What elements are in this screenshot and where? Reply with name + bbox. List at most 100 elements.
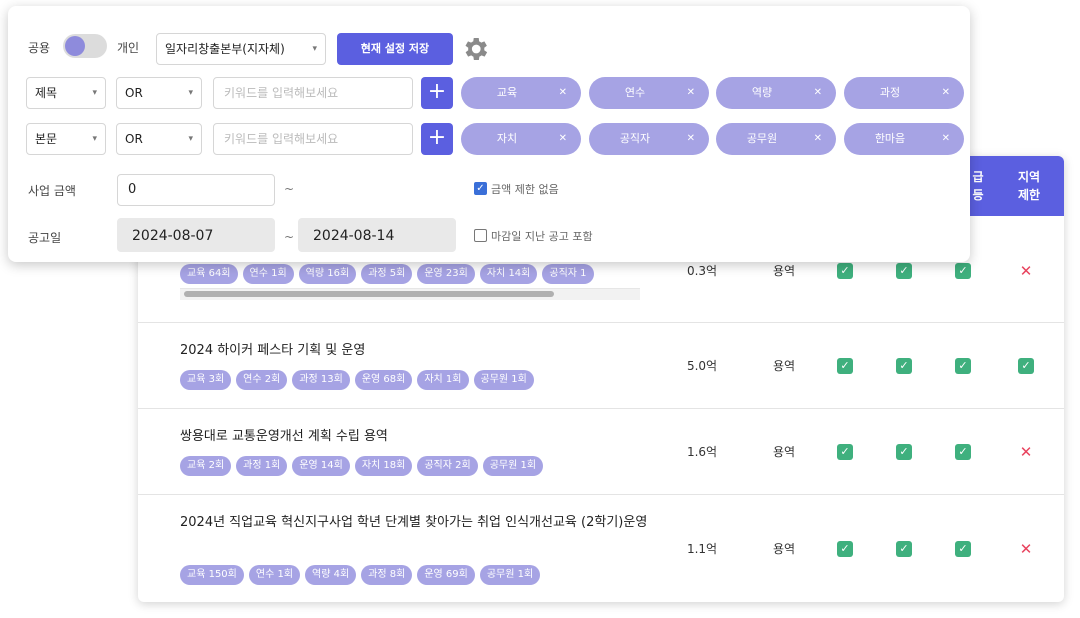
keyword-chip: 운영 23회 [417, 264, 475, 284]
close-icon[interactable]: ✕ [942, 123, 950, 155]
date-from-input[interactable]: 2024-08-07 [117, 218, 275, 252]
keyword-tag[interactable]: 교육 ✕ [461, 77, 581, 109]
include-expired-label[interactable]: 마감일 지난 공고 포함 [491, 228, 593, 244]
type-cell: 용역 [772, 542, 796, 556]
operator-select-value: OR [125, 132, 143, 146]
close-icon[interactable]: ✕ [814, 123, 822, 155]
check-icon: ✓ [955, 358, 971, 374]
check-icon: ✓ [955, 444, 971, 460]
keyword-chip: 과정 8회 [361, 565, 413, 585]
keyword-tag[interactable]: 역량 ✕ [716, 77, 836, 109]
cross-icon: ✕ [1019, 540, 1033, 558]
table-row[interactable]: 2024년 직업교육 혁신지구사업 학년 단계별 찾아가는 취업 인식개선교육 … [138, 494, 1064, 602]
chevron-down-icon: ▾ [188, 134, 193, 144]
row-title[interactable]: 2024년 직업교육 혁신지구사업 학년 단계별 찾아가는 취업 인식개선교육 … [180, 511, 660, 535]
row-title[interactable]: 2024 하이커 페스타 기획 및 운영 [180, 339, 660, 363]
keyword-chip: 교육 2회 [180, 456, 232, 476]
table-row[interactable]: 쌍용대로 교통운영개선 계획 수립 용역 교육 2회 과정 1회 운영 14회 … [138, 408, 1064, 494]
keyword-chip: 공무원 1회 [482, 456, 544, 476]
keyword-chips: 교육 64회 연수 1회 역량 16회 과정 5회 운영 23회 자치 14회 … [180, 264, 642, 284]
check-icon: ✓ [896, 358, 912, 374]
no-limit-label[interactable]: 금액 제한 없음 [491, 181, 559, 197]
scope-toggle[interactable] [63, 34, 107, 58]
field-select-value: 제목 [35, 86, 58, 100]
add-keyword-button[interactable]: + [421, 123, 453, 155]
amount-min-input[interactable]: 0 [117, 174, 275, 206]
close-icon[interactable]: ✕ [559, 123, 567, 155]
amount-cell: 5.0억 [686, 359, 718, 373]
chevron-down-icon: ▾ [188, 88, 193, 98]
keyword-chip: 공직자 1 [542, 264, 594, 284]
amount-cell: 0.3억 [686, 264, 718, 278]
cross-icon: ✕ [1019, 443, 1033, 461]
keyword-chip: 역량 4회 [305, 565, 357, 585]
keyword-chips: 교육 3회 연수 2회 과정 13회 운영 68회 자치 1회 공무원 1회 [180, 370, 534, 390]
keyword-tag[interactable]: 공무원 ✕ [716, 123, 836, 155]
keyword-tag[interactable]: 과정 ✕ [844, 77, 964, 109]
check-icon: ✓ [837, 541, 853, 557]
toggle-knob [65, 36, 85, 56]
scrollbar-thumb[interactable] [184, 291, 554, 297]
keyword-chip: 자치 18회 [354, 456, 413, 476]
date-to-input[interactable]: 2024-08-14 [298, 218, 456, 252]
operator-select[interactable]: OR ▾ [116, 77, 202, 109]
table-row[interactable]: 2024 하이커 페스타 기획 및 운영 교육 3회 연수 2회 과정 13회 … [138, 322, 1064, 408]
date-label: 공고일 [28, 231, 62, 245]
row-title[interactable]: 쌍용대로 교통운영개선 계획 수립 용역 [180, 425, 660, 449]
type-cell: 용역 [772, 359, 796, 373]
date-range-separator: ~ [284, 230, 295, 244]
close-icon[interactable]: ✕ [942, 77, 950, 109]
close-icon[interactable]: ✕ [687, 77, 695, 109]
keyword-chip: 과정 5회 [361, 264, 413, 284]
keyword-tag-label: 교육 [496, 86, 518, 99]
check-icon: ✓ [955, 541, 971, 557]
keyword-input[interactable]: 키워드를 입력해보세요 [213, 77, 413, 109]
close-icon[interactable]: ✕ [814, 77, 822, 109]
header-region-limit: 지역 제한 [994, 156, 1064, 216]
check-icon: ✓ [837, 263, 853, 279]
keyword-chip: 운영 69회 [417, 565, 475, 585]
keyword-chip: 자치 1회 [417, 370, 469, 390]
operator-select-value: OR [125, 86, 143, 100]
keyword-tag-label: 자치 [496, 132, 518, 145]
keyword-tag[interactable]: 자치 ✕ [461, 123, 581, 155]
keyword-tag-label: 한마음 [874, 132, 906, 145]
preset-select-value: 일자리창출본부(지자체) [165, 42, 285, 56]
close-icon[interactable]: ✕ [687, 123, 695, 155]
close-icon[interactable]: ✕ [559, 77, 567, 109]
keyword-chip: 교육 150회 [180, 565, 244, 585]
keyword-tag[interactable]: 연수 ✕ [589, 77, 709, 109]
keyword-tag-label: 연수 [624, 86, 646, 99]
check-icon: ✓ [896, 444, 912, 460]
amount-label: 사업 금액 [28, 184, 76, 198]
no-limit-checkbox[interactable]: ✓ [474, 182, 487, 195]
gear-icon[interactable] [460, 34, 490, 64]
chevron-down-icon: ▾ [92, 88, 97, 98]
keyword-tag[interactable]: 한마음 ✕ [844, 123, 964, 155]
check-icon: ✓ [896, 263, 912, 279]
keyword-chip: 과정 1회 [236, 456, 288, 476]
keyword-tag-label: 공직자 [619, 132, 651, 145]
field-select-body[interactable]: 본문 ▾ [26, 123, 106, 155]
scope-shared-label: 공용 [28, 41, 51, 55]
check-icon: ✓ [896, 541, 912, 557]
keyword-tag-label: 과정 [879, 86, 901, 99]
keyword-chip: 연수 1회 [248, 565, 301, 585]
include-expired-checkbox[interactable] [474, 229, 487, 242]
add-keyword-button[interactable]: + [421, 77, 453, 109]
chips-scrollbar[interactable] [180, 288, 640, 300]
operator-select[interactable]: OR ▾ [116, 123, 202, 155]
keyword-chip: 과정 13회 [292, 370, 350, 390]
keyword-chip: 연수 1회 [242, 264, 294, 284]
field-select-title[interactable]: 제목 ▾ [26, 77, 106, 109]
field-select-value: 본문 [35, 132, 58, 146]
keyword-tag[interactable]: 공직자 ✕ [589, 123, 709, 155]
keyword-chip: 공직자 2회 [417, 456, 478, 476]
check-icon: ✓ [955, 263, 971, 279]
search-filter-panel: 공용 개인 일자리창출본부(지자체) ▾ 현재 설정 저장 제목 ▾ OR ▾ … [8, 6, 970, 262]
keyword-input[interactable]: 키워드를 입력해보세요 [213, 123, 413, 155]
check-icon: ✓ [1018, 358, 1034, 374]
preset-select[interactable]: 일자리창출본부(지자체) ▾ [156, 33, 326, 65]
type-cell: 용역 [772, 264, 796, 278]
save-settings-button[interactable]: 현재 설정 저장 [337, 33, 453, 65]
